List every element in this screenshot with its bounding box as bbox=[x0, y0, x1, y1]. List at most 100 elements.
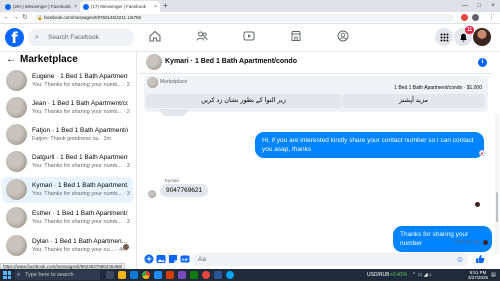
minimize-button[interactable]: — bbox=[458, 0, 472, 12]
tab-messenger-1[interactable]: (20+) Messenger | Facebook × bbox=[2, 1, 80, 12]
conversation-title: Dylan · 1 Bed 1 Bath Apartmen... bbox=[32, 238, 128, 245]
conversation-item[interactable]: Dylan · 1 Bed 1 Bath Apartmen... You: Th… bbox=[2, 233, 133, 259]
forward-icon[interactable]: → bbox=[12, 13, 19, 23]
listing-thumbnail bbox=[6, 97, 27, 118]
svg-text:GIF: GIF bbox=[182, 257, 189, 262]
account-avatar[interactable] bbox=[473, 28, 491, 46]
taskbar-search-placeholder: Type here to search bbox=[25, 272, 74, 278]
image-icon[interactable] bbox=[156, 254, 166, 264]
office-icon[interactable] bbox=[166, 271, 174, 279]
chat-header: Kymari · 1 Bed 1 Bath Apartment/condo i bbox=[138, 52, 492, 74]
more-options-button[interactable]: مزید آپشنز bbox=[342, 94, 485, 108]
sidebar-header: ← Marketplace bbox=[6, 54, 78, 65]
sticker-icon[interactable] bbox=[168, 254, 178, 264]
new-tab-button[interactable]: + bbox=[163, 1, 168, 11]
groups-icon[interactable] bbox=[337, 30, 349, 42]
back-icon[interactable]: ← bbox=[3, 13, 10, 23]
conversation-title: Kymari · 1 Bed 1 Bath Apartment... bbox=[32, 182, 128, 189]
facebook-logo-icon[interactable]: f bbox=[5, 28, 24, 47]
chat-title[interactable]: Kymari · 1 Bed 1 Bath Apartment/condo bbox=[165, 58, 297, 65]
excel-icon[interactable] bbox=[190, 271, 198, 279]
mail-icon[interactable] bbox=[154, 271, 162, 279]
grid-icon bbox=[440, 33, 448, 41]
notification-center-icon[interactable]: ▤ bbox=[491, 269, 496, 281]
sidebar-title: Marketplace bbox=[20, 54, 78, 65]
listing-thumbnail[interactable] bbox=[146, 54, 162, 70]
listing-price[interactable]: 1 Bed 1 Bath Apartment/condo · $1,000 bbox=[394, 85, 482, 91]
home-icon[interactable] bbox=[149, 30, 161, 42]
message-bubble-outgoing: Hi, if you are interested kindly share y… bbox=[255, 132, 484, 158]
conversation-item-active[interactable]: Kymari · 1 Bed 1 Bath Apartment... You: … bbox=[2, 177, 133, 203]
seen-avatar bbox=[475, 202, 480, 207]
currency-ticker[interactable]: USD/RUB bbox=[367, 269, 390, 281]
close-window-button[interactable]: × bbox=[486, 0, 500, 12]
previous-message-bubble bbox=[160, 109, 188, 116]
clock[interactable]: 9:51 PM 3/27/2025 bbox=[468, 270, 488, 280]
sender-name: Kymari bbox=[165, 178, 180, 183]
info-icon[interactable]: i bbox=[478, 58, 487, 67]
window-controls: — □ × bbox=[458, 0, 500, 12]
search-input[interactable]: ⌕ Search Facebook bbox=[28, 29, 134, 46]
profile-icon[interactable] bbox=[472, 14, 479, 21]
conversation-preview: You: Thanks for sharing your numb... · 3… bbox=[32, 219, 130, 225]
conversation-preview: You: Thanks for sharing your numb... · 2… bbox=[32, 109, 130, 115]
word-icon[interactable] bbox=[214, 271, 222, 279]
watch-icon[interactable] bbox=[243, 30, 255, 42]
conversation-title: Datgurll · 1 Bed 1 Bath Apartment... bbox=[32, 154, 128, 161]
url-text: facebook.com/messages/t/8760145/2211 1/6… bbox=[44, 15, 141, 20]
menu-dots-icon[interactable]: ⋮ bbox=[488, 13, 495, 23]
conversation-preview: You: Thanks for sharing your nu... · 4m bbox=[32, 247, 127, 253]
conversation-item[interactable]: Fatjon · 1 Bed 1 Bath Apartment/c... Fat… bbox=[2, 122, 133, 148]
plus-icon[interactable] bbox=[144, 254, 154, 264]
like-icon[interactable] bbox=[475, 254, 485, 264]
search-icon: ⌕ bbox=[17, 272, 21, 278]
taskbar-search-input[interactable]: ⌕ Type here to search bbox=[15, 270, 100, 280]
message-bubble-incoming: 9047769621 bbox=[160, 184, 209, 197]
facebook-favicon-icon bbox=[5, 3, 11, 10]
conversation-preview: Fatjon: Thank goodness ou · 2m bbox=[32, 136, 112, 142]
marketplace-icon[interactable] bbox=[290, 30, 302, 42]
extension-icon[interactable] bbox=[461, 14, 468, 21]
sender-avatar bbox=[148, 190, 156, 198]
maximize-button[interactable]: □ bbox=[472, 0, 486, 12]
conversation-item[interactable]: Datgurll · 1 Bed 1 Bath Apartment... You… bbox=[2, 149, 133, 175]
conversation-item[interactable]: Eugene · 1 Bed 1 Bath Apartment/... You:… bbox=[2, 68, 133, 94]
seen-avatar bbox=[123, 244, 129, 250]
chat-scrollbar-thumb[interactable] bbox=[496, 192, 498, 222]
conversation-title: Jean · 1 Bed 1 Bath Apartment/co... bbox=[32, 100, 128, 107]
tab-close-icon[interactable]: × bbox=[74, 4, 77, 10]
app-icon[interactable] bbox=[202, 271, 210, 279]
listing-thumbnail bbox=[6, 179, 27, 200]
mark-as-pending-button[interactable]: زیر التوا کے بطور نشان زد کریں bbox=[146, 94, 341, 108]
bell-icon bbox=[459, 33, 467, 42]
chrome-icon[interactable] bbox=[142, 271, 150, 279]
tab-messenger-2[interactable]: (17) Messenger | Facebook × bbox=[80, 1, 160, 12]
friends-icon[interactable] bbox=[196, 30, 208, 42]
emoji-icon[interactable]: ☺ bbox=[456, 254, 464, 265]
lock-icon: 🔒 bbox=[37, 15, 43, 20]
marketplace-sidebar: ← Marketplace Eugene · 1 Bed 1 Bath Apart… bbox=[0, 52, 137, 269]
back-arrow-icon[interactable]: ← bbox=[6, 54, 16, 65]
tray-icons[interactable]: ⌃ ▭ ◢ ♪ bbox=[412, 269, 431, 281]
menu-grid-button[interactable] bbox=[435, 28, 453, 46]
windows-start-icon[interactable] bbox=[3, 271, 11, 279]
facebook-header: f ⌕ Search Facebook 11 bbox=[0, 24, 500, 52]
address-bar[interactable]: 🔒 facebook.com/messages/t/8760145/2211 1… bbox=[34, 14, 454, 22]
task-view-icon[interactable] bbox=[106, 271, 114, 279]
listing-thumbnail bbox=[6, 70, 27, 91]
tab-close-icon[interactable]: × bbox=[154, 4, 157, 10]
chat-scrollbar[interactable] bbox=[495, 114, 499, 254]
browser-tab-bar: (20+) Messenger | Facebook × (17) Messen… bbox=[0, 0, 500, 12]
reload-icon[interactable]: ↻ bbox=[22, 13, 28, 23]
message-composer: GIF Aa ☺ bbox=[138, 250, 492, 269]
message-input[interactable]: Aa ☺ bbox=[192, 253, 468, 266]
app-icon[interactable] bbox=[226, 271, 234, 279]
sent-status: Sent 3m ago bbox=[455, 239, 481, 244]
file-explorer-icon[interactable] bbox=[118, 271, 126, 279]
gif-icon[interactable]: GIF bbox=[180, 254, 190, 264]
edge-browser-icon[interactable] bbox=[130, 271, 138, 279]
conversation-item[interactable]: Jean · 1 Bed 1 Bath Apartment/co... You:… bbox=[2, 95, 133, 121]
app-icon[interactable] bbox=[178, 271, 186, 279]
conversation-item[interactable]: Esther · 1 Bed 1 Bath Apartment/... You:… bbox=[2, 205, 133, 231]
heart-reaction-icon: ♥ bbox=[479, 150, 485, 156]
